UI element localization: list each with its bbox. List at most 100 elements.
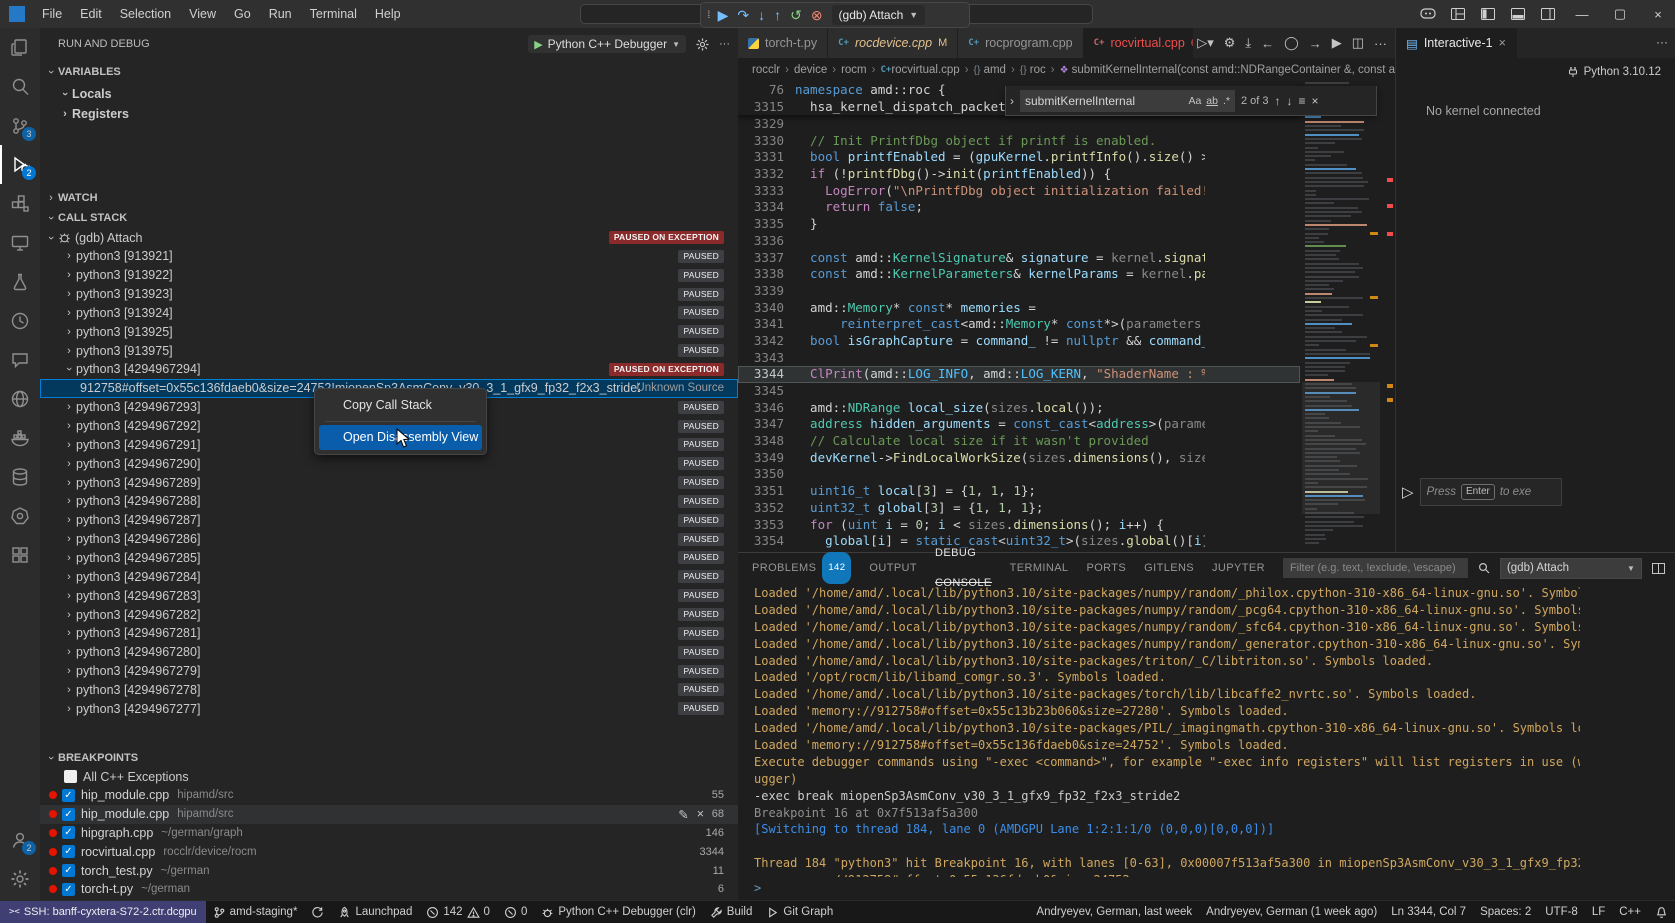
activity-source-control-icon[interactable]: 3 bbox=[0, 106, 40, 145]
status-item[interactable] bbox=[304, 901, 331, 923]
menu-edit[interactable]: Edit bbox=[71, 0, 111, 28]
match-case-icon[interactable]: Aa bbox=[1188, 95, 1201, 107]
status-item-spaces-2[interactable]: Spaces: 2 bbox=[1473, 901, 1538, 923]
panel-tab-jupyter[interactable]: JUPYTER bbox=[1212, 553, 1265, 583]
status-item-build[interactable]: Build bbox=[703, 901, 760, 923]
status-item-142[interactable]: 1420 bbox=[419, 901, 497, 923]
thread-row[interactable]: ›python3 [4294967282]PAUSED bbox=[40, 605, 738, 624]
status-item-ln-3344-col-7[interactable]: Ln 3344, Col 7 bbox=[1384, 901, 1473, 923]
breakpoint-checkbox[interactable]: ✓ bbox=[62, 808, 75, 821]
menu-file[interactable]: File bbox=[33, 0, 71, 28]
panel-tab-terminal[interactable]: TERMINAL bbox=[1010, 553, 1069, 583]
nav-forward-circle-icon[interactable]: → bbox=[1309, 36, 1322, 51]
views-more-actions[interactable]: ··· bbox=[719, 38, 730, 50]
remove-breakpoint-icon[interactable]: × bbox=[697, 807, 704, 822]
breakpoint-row[interactable]: ✓torch-t.py~/german6 bbox=[40, 880, 738, 899]
record-icon[interactable]: ◯ bbox=[1284, 35, 1299, 51]
settings-gear-icon[interactable]: ⚙ bbox=[1224, 35, 1236, 51]
status-item-0[interactable]: 0 bbox=[497, 901, 534, 923]
activity-chat-icon[interactable] bbox=[0, 340, 40, 379]
remote-indicator[interactable]: >< SSH: banff-cyxtera-S72-2.ctr.dcgpu bbox=[0, 901, 206, 923]
thread-row[interactable]: ›python3 [4294967288]PAUSED bbox=[40, 492, 738, 511]
thread-row[interactable]: ›python3 [913922]PAUSED bbox=[40, 266, 738, 285]
edit-breakpoint-icon[interactable]: ✎ bbox=[678, 807, 688, 822]
thread-row[interactable]: ›python3 [4294967283]PAUSED bbox=[40, 586, 738, 605]
status-item-c-[interactable]: C++ bbox=[1612, 901, 1648, 923]
exceptions-checkbox[interactable] bbox=[64, 770, 77, 783]
thread-row[interactable]: ›python3 [4294967278]PAUSED bbox=[40, 680, 738, 699]
split-panel-icon[interactable] bbox=[1652, 563, 1665, 574]
status-item[interactable] bbox=[1648, 901, 1675, 923]
activity-timeline-icon[interactable] bbox=[0, 301, 40, 340]
find-next-icon[interactable]: ↓ bbox=[1287, 94, 1293, 108]
run-python-dropdown-icon[interactable]: ▷▾ bbox=[1197, 35, 1214, 51]
activity-grid-icon[interactable] bbox=[0, 535, 40, 574]
activity-globe-icon[interactable] bbox=[0, 379, 40, 418]
activity-docker-icon[interactable] bbox=[0, 418, 40, 457]
breadcrumb-item[interactable]: submitKernelInternal(const amd::NDRangeC… bbox=[1072, 64, 1395, 76]
thread-row[interactable]: ›python3 [4294967284]PAUSED bbox=[40, 567, 738, 586]
debug-console-prompt[interactable]: > bbox=[754, 881, 761, 895]
interactive-more-actions[interactable]: ··· bbox=[1656, 35, 1668, 49]
thread-row[interactable]: ›python3 [4294967277]PAUSED bbox=[40, 699, 738, 718]
thread-row[interactable]: ›python3 [4294967281]PAUSED bbox=[40, 624, 738, 643]
menu-view[interactable]: View bbox=[180, 0, 225, 28]
section-breakpoints[interactable]: ›BREAKPOINTS bbox=[40, 748, 738, 767]
activity-database-icon[interactable] bbox=[0, 457, 40, 496]
breakpoint-row[interactable]: ✓hip_module.cpphipamd/src✎×68 bbox=[40, 805, 738, 824]
start-debug-icon[interactable]: ▶ bbox=[534, 38, 542, 51]
debug-session-picker[interactable]: (gdb) Attach ▼ bbox=[832, 5, 926, 25]
tab-interactive-1[interactable]: ▤ Interactive-1 × bbox=[1396, 28, 1517, 58]
continue-icon[interactable]: ▶ bbox=[718, 8, 729, 22]
activity-account-icon[interactable]: 2 bbox=[0, 820, 40, 859]
thread-row[interactable]: ›python3 [913921]PAUSED bbox=[40, 247, 738, 266]
menu-run[interactable]: Run bbox=[260, 0, 301, 28]
kernel-picker[interactable]: Python 3.10.12 bbox=[1567, 66, 1661, 78]
thread-row[interactable]: ›python3 [4294967287]PAUSED bbox=[40, 511, 738, 530]
thread-row-expanded[interactable]: ›python3 [4294967294]PAUSED ON EXCEPTION bbox=[40, 360, 738, 379]
breakpoint-row[interactable]: ✓torch_test.py~/german11 bbox=[40, 861, 738, 880]
minimap-slider[interactable] bbox=[1302, 382, 1380, 514]
thread-row[interactable]: ›python3 [4294967279]PAUSED bbox=[40, 662, 738, 681]
activity-settings-gear-icon[interactable] bbox=[0, 859, 40, 898]
toolbar-grip-icon[interactable]: ⁞⁞ bbox=[707, 10, 709, 21]
tab-rocdevice.cpp[interactable]: C+rocdevice.cppM bbox=[828, 28, 958, 58]
status-item-amd-staging-[interactable]: amd-staging* bbox=[206, 901, 305, 923]
status-item-git-graph[interactable]: Git Graph bbox=[759, 901, 840, 923]
menu-selection[interactable]: Selection bbox=[111, 0, 180, 28]
status-item-launchpad[interactable]: Launchpad bbox=[331, 901, 419, 923]
launch-config-picker[interactable]: ▶ Python C++ Debugger ▼ bbox=[528, 35, 686, 53]
split-editor-icon[interactable]: ◫ bbox=[1352, 35, 1364, 51]
section-watch[interactable]: ›WATCH bbox=[40, 188, 738, 207]
activity-search-icon[interactable] bbox=[0, 67, 40, 106]
copilot-icon[interactable] bbox=[1415, 0, 1441, 28]
find-input[interactable]: submitKernelInternal Aa ab .* bbox=[1020, 90, 1235, 112]
overview-ruler[interactable] bbox=[1380, 82, 1395, 552]
thread-row[interactable]: ›python3 [4294967280]PAUSED bbox=[40, 643, 738, 662]
activity-testing-icon[interactable] bbox=[0, 262, 40, 301]
breakpoint-checkbox[interactable]: ✓ bbox=[62, 789, 75, 802]
thread-row[interactable]: ›python3 [913924]PAUSED bbox=[40, 303, 738, 322]
tree-item-registers[interactable]: ›Registers bbox=[40, 104, 738, 123]
breakpoint-checkbox[interactable]: ✓ bbox=[62, 883, 75, 896]
install-icon[interactable]: ⤓ bbox=[1245, 35, 1251, 51]
context-menu-item-copy-call-stack[interactable]: Copy Call Stack bbox=[319, 393, 482, 418]
maximize-button[interactable]: ▢ bbox=[1603, 0, 1637, 28]
breadcrumb-item[interactable]: rocm bbox=[841, 64, 867, 76]
thread-row[interactable]: ›python3 [913925]PAUSED bbox=[40, 322, 738, 341]
breadcrumb-item[interactable]: rocvirtual.cpp bbox=[891, 64, 959, 76]
status-item-python-c-debugger-clr-[interactable]: Python C++ Debugger (clr) bbox=[534, 901, 702, 923]
activity-remote-explorer-icon[interactable] bbox=[0, 223, 40, 262]
customize-layout-icon[interactable] bbox=[1445, 0, 1471, 28]
breadcrumb-item[interactable]: device bbox=[794, 64, 827, 76]
tree-item-locals[interactable]: ›Locals bbox=[40, 84, 738, 103]
breakpoint-checkbox[interactable]: ✓ bbox=[62, 864, 75, 877]
console-session-picker[interactable]: (gdb) Attach ▼ bbox=[1500, 558, 1642, 579]
editor-more-actions[interactable]: ··· bbox=[1374, 36, 1387, 51]
activity-explorer-icon[interactable] bbox=[0, 28, 40, 67]
panel-tab-ports[interactable]: PORTS bbox=[1086, 553, 1126, 583]
find-in-selection-icon[interactable]: ≡ bbox=[1299, 94, 1306, 108]
status-item-lf[interactable]: LF bbox=[1585, 901, 1612, 923]
console-filter-input[interactable]: Filter (e.g. text, !exclude, \escape) bbox=[1283, 558, 1468, 578]
menu-go[interactable]: Go bbox=[225, 0, 260, 28]
